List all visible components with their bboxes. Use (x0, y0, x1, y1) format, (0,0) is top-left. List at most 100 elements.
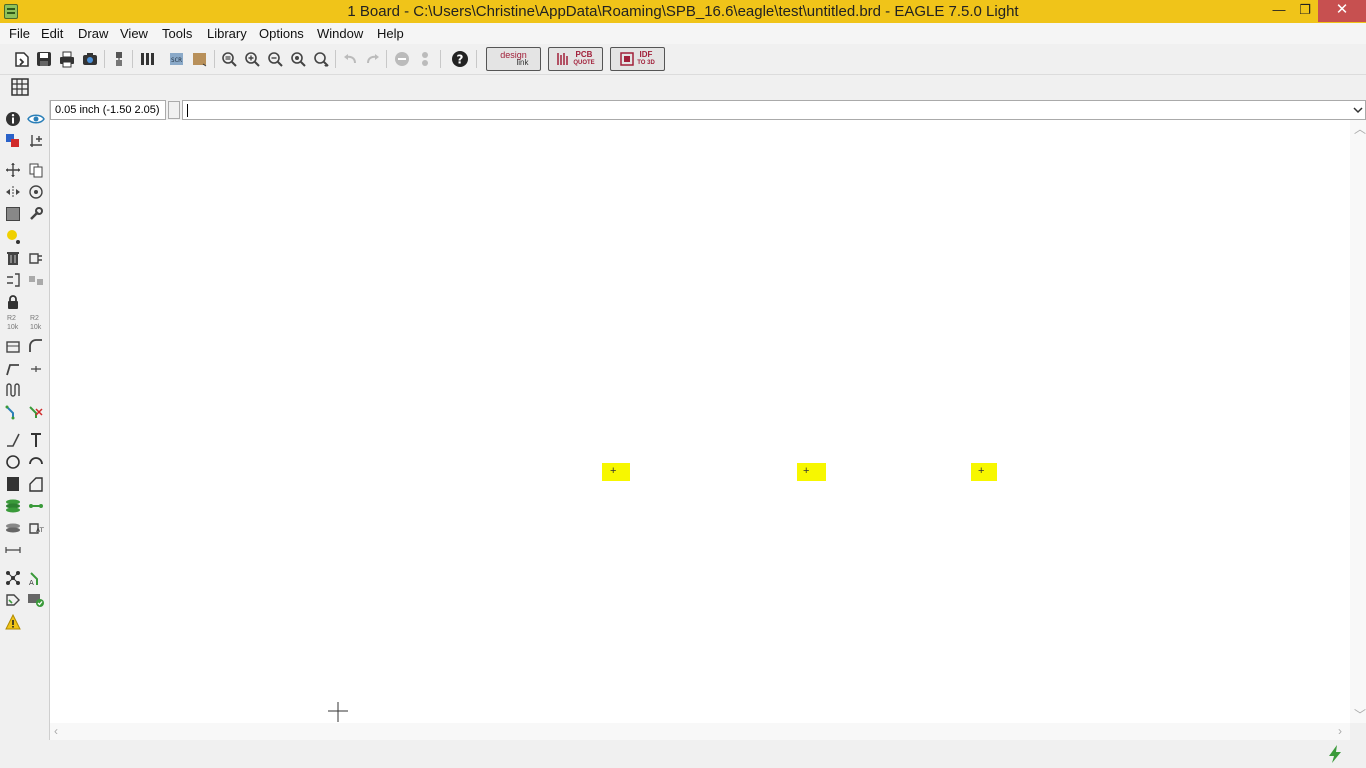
menu-help[interactable]: Help (377, 26, 404, 41)
zoom-fit-icon[interactable] (219, 49, 239, 69)
pad[interactable]: + (797, 463, 826, 481)
autorouter-icon[interactable]: A (26, 568, 46, 588)
paste-icon[interactable] (3, 226, 23, 246)
polygon-icon[interactable] (26, 474, 46, 494)
miter-icon[interactable] (26, 336, 46, 356)
menu-tools[interactable]: Tools (162, 26, 192, 41)
delete-icon[interactable] (3, 248, 23, 268)
scroll-right-icon[interactable]: › (1338, 724, 1342, 738)
pinswap-icon[interactable] (26, 270, 46, 290)
erc-drc-icon[interactable] (3, 590, 23, 610)
arc-icon[interactable] (26, 452, 46, 472)
zoom-in-icon[interactable] (242, 49, 262, 69)
via-icon[interactable] (3, 496, 23, 516)
menu-draw[interactable]: Draw (78, 26, 108, 41)
scroll-down-icon[interactable]: ﹀ (1354, 706, 1366, 723)
grid-icon[interactable] (10, 77, 30, 97)
command-row: 0.05 inch (-1.50 2.05) (50, 100, 1366, 120)
redraw-icon[interactable] (288, 49, 308, 69)
horizontal-scrollbar[interactable]: ‹ › (50, 723, 1350, 740)
idf-to-3d-button[interactable]: IDF TO 3D (610, 47, 665, 71)
ratsnest-icon[interactable] (3, 568, 23, 588)
cam-processor-icon[interactable] (80, 49, 100, 69)
save-icon[interactable] (34, 49, 54, 69)
show-icon[interactable] (26, 109, 46, 129)
main-toolbar: SCR ? design link PCB QUOTE IDF TO 3D (0, 44, 1366, 74)
mirror-icon[interactable] (3, 182, 23, 202)
pad-origin-marker: + (610, 465, 617, 477)
board-canvas[interactable]: + + + (50, 120, 1350, 723)
menu-library[interactable]: Library (207, 26, 247, 41)
vertical-scrollbar[interactable]: ︿ ﹀ (1350, 120, 1366, 723)
lock-icon[interactable] (3, 292, 23, 312)
zoom-select-icon[interactable] (311, 49, 331, 69)
design-link-button[interactable]: design link (486, 47, 541, 71)
menu-file[interactable]: File (9, 26, 30, 41)
rotate-icon[interactable] (26, 182, 46, 202)
help-icon[interactable]: ? (450, 49, 470, 69)
restore-button[interactable]: ❐ (1292, 0, 1318, 22)
info-icon[interactable] (3, 109, 23, 129)
pad-icon[interactable] (3, 518, 23, 538)
use-library-icon[interactable] (138, 49, 158, 69)
close-button[interactable]: ✕ (1318, 0, 1366, 22)
mark-icon[interactable] (26, 131, 46, 151)
group-icon[interactable] (3, 204, 23, 224)
toolbar-separator (476, 50, 477, 68)
scroll-left-icon[interactable]: ‹ (54, 724, 58, 738)
toolbar-separator (386, 50, 387, 68)
change-icon[interactable] (26, 204, 46, 224)
text-icon[interactable] (26, 430, 46, 450)
pcb-quote-button[interactable]: PCB QUOTE (548, 47, 603, 71)
value-tool-label: R2 (30, 315, 39, 322)
pad-origin-marker: + (803, 465, 810, 477)
display-layers-icon[interactable] (3, 131, 23, 151)
menu-view[interactable]: View (120, 26, 148, 41)
status-bar (0, 740, 1366, 768)
menu-options[interactable]: Options (259, 26, 304, 41)
signal-icon[interactable] (26, 496, 46, 516)
menu-edit[interactable]: Edit (41, 26, 63, 41)
script-icon[interactable]: SCR (167, 49, 187, 69)
go-icon[interactable] (415, 49, 435, 69)
chevron-down-icon[interactable] (1353, 105, 1363, 115)
move-icon[interactable] (3, 160, 23, 180)
drc-check-icon[interactable] (26, 590, 46, 610)
meander-icon[interactable] (3, 380, 23, 400)
toolbar-separator (335, 50, 336, 68)
rect-icon[interactable] (3, 474, 23, 494)
lightning-icon[interactable] (1326, 744, 1344, 764)
toolbar-separator (214, 50, 215, 68)
attribute-icon[interactable]: ATT (26, 518, 46, 538)
add-icon[interactable] (26, 248, 46, 268)
route-icon[interactable] (3, 402, 23, 422)
open-icon[interactable] (12, 49, 32, 69)
optimize-icon[interactable] (26, 359, 46, 379)
split-icon[interactable] (3, 359, 23, 379)
scroll-up-icon[interactable]: ︿ (1354, 120, 1366, 137)
replace-icon[interactable] (3, 270, 23, 290)
svg-text:A: A (29, 579, 34, 586)
command-line-input[interactable] (182, 100, 1366, 120)
menu-window[interactable]: Window (317, 26, 363, 41)
pad[interactable]: + (971, 463, 997, 481)
copy-icon[interactable] (26, 160, 46, 180)
ripup-icon[interactable] (26, 402, 46, 422)
pad[interactable]: + (602, 463, 630, 481)
command-history-box[interactable] (168, 101, 180, 119)
schematic-board-switch-icon[interactable] (109, 49, 129, 69)
pcb-quote-line2: QUOTE (573, 60, 595, 66)
warning-icon[interactable] (3, 612, 23, 632)
stop-icon[interactable] (392, 49, 412, 69)
undo-icon[interactable] (340, 49, 360, 69)
dimension-icon[interactable] (3, 540, 23, 560)
wire-icon[interactable] (3, 430, 23, 450)
minimize-button[interactable]: — (1264, 0, 1294, 22)
zoom-out-icon[interactable] (265, 49, 285, 69)
eagle-window: 1 Board - C:\Users\Christine\AppData\Roa… (0, 0, 1366, 768)
smash-icon[interactable] (3, 336, 23, 356)
run-ulp-icon[interactable] (190, 49, 210, 69)
redo-icon[interactable] (363, 49, 383, 69)
circle-icon[interactable] (3, 452, 23, 472)
print-icon[interactable] (57, 49, 77, 69)
